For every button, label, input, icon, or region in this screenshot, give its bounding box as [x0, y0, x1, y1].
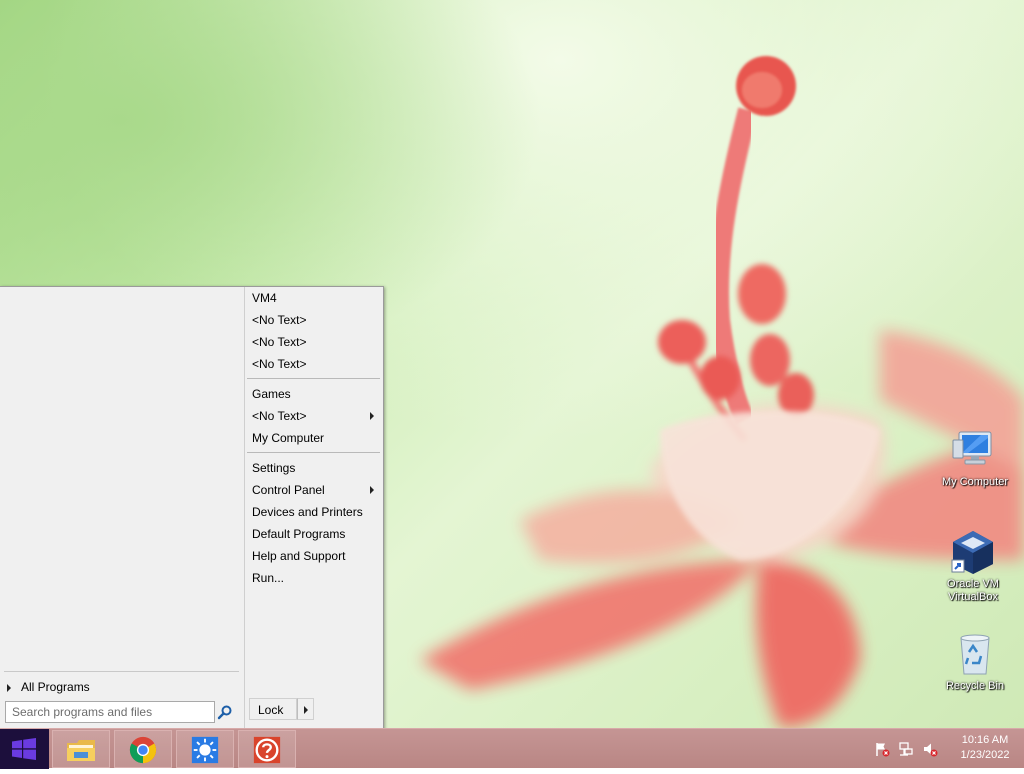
menu-item-label: Settings	[252, 461, 296, 475]
clock-time: 10:16 AM	[961, 734, 1009, 746]
all-programs-button[interactable]: All Programs	[4, 677, 239, 697]
menu-item-no-text-3[interactable]: <No Text>	[245, 353, 381, 375]
taskbar-brightness-app[interactable]	[176, 730, 234, 768]
all-programs-label: All Programs	[21, 680, 90, 694]
taskbar: 10:16 AM 1/23/2022	[0, 728, 1024, 769]
divider	[247, 452, 380, 453]
clock-date: 1/23/2022	[960, 749, 1010, 761]
menu-item-label: <No Text>	[252, 335, 307, 349]
menu-item-help-and-support[interactable]: Help and Support	[245, 545, 381, 567]
menu-item-label: Run...	[252, 571, 285, 585]
start-menu: All Programs VM4 <No Text> <No Text> <No…	[0, 286, 384, 730]
desktop-icon-my-computer[interactable]: My Computer	[932, 426, 1018, 489]
menu-item-label: Control Panel	[252, 483, 325, 497]
windows-logo-icon	[12, 738, 36, 760]
search-icon[interactable]	[217, 704, 233, 720]
start-menu-programs-pane: All Programs	[0, 287, 245, 729]
help-app-icon	[253, 736, 281, 764]
desktop-icon-virtualbox[interactable]: Oracle VM VirtualBox	[930, 528, 1016, 604]
menu-item-label: Help and Support	[252, 549, 346, 563]
menu-item-no-text-1[interactable]: <No Text>	[245, 309, 381, 331]
divider	[247, 378, 380, 379]
menu-item-games[interactable]: Games	[245, 383, 381, 405]
menu-item-my-computer[interactable]: My Computer	[245, 427, 381, 449]
menu-item-label: Default Programs	[252, 527, 346, 541]
submenu-arrow-icon	[370, 486, 374, 494]
search-input[interactable]	[5, 701, 215, 723]
divider	[4, 671, 239, 672]
chevron-right-icon	[304, 706, 308, 714]
menu-item-control-panel[interactable]: Control Panel	[245, 479, 381, 501]
menu-item-label: <No Text>	[252, 357, 307, 371]
system-tray: 10:16 AM 1/23/2022	[870, 729, 1020, 769]
desktop-icon-label: Recycle Bin	[945, 680, 1005, 692]
action-center-flag-icon[interactable]	[874, 741, 890, 757]
recycle-bin-icon	[960, 634, 990, 675]
menu-item-no-text-submenu[interactable]: <No Text>	[245, 405, 381, 427]
taskbar-chrome[interactable]	[114, 730, 172, 768]
menu-item-run[interactable]: Run...	[245, 567, 381, 589]
expand-arrow-icon	[7, 683, 11, 692]
menu-item-label: <No Text>	[252, 409, 307, 423]
menu-item-label: <No Text>	[252, 313, 307, 327]
menu-item-label: My Computer	[252, 431, 325, 445]
menu-item-default-programs[interactable]: Default Programs	[245, 523, 381, 545]
virtualbox-icon	[951, 531, 993, 574]
submenu-arrow-icon	[370, 412, 374, 420]
file-explorer-icon	[67, 740, 95, 761]
menu-item-label: VM4	[252, 291, 277, 305]
menu-item-vm4[interactable]: VM4	[245, 287, 381, 309]
taskbar-file-explorer[interactable]	[52, 730, 110, 768]
shutdown-options-button[interactable]	[297, 698, 314, 720]
taskbar-help-app[interactable]	[238, 730, 296, 768]
menu-item-label: Devices and Printers	[252, 505, 363, 519]
brightness-app-icon	[191, 736, 219, 764]
start-button[interactable]	[0, 729, 49, 769]
desktop-icon-label: Oracle VM VirtualBox	[947, 578, 999, 603]
menu-item-label: Games	[252, 387, 291, 401]
chrome-icon	[129, 736, 157, 764]
desktop-icon-label: My Computer	[941, 476, 1009, 488]
taskbar-clock[interactable]: 10:16 AM 1/23/2022	[950, 733, 1020, 763]
menu-item-devices-and-printers[interactable]: Devices and Printers	[245, 501, 381, 523]
network-icon[interactable]	[898, 741, 914, 757]
lock-button[interactable]: Lock	[249, 698, 297, 720]
volume-muted-icon[interactable]	[922, 741, 938, 757]
menu-item-no-text-2[interactable]: <No Text>	[245, 331, 381, 353]
menu-item-settings[interactable]: Settings	[245, 457, 381, 479]
lock-button-label: Lock	[258, 703, 284, 717]
computer-icon	[952, 431, 992, 465]
start-menu-places-pane: VM4 <No Text> <No Text> <No Text> Games …	[245, 287, 383, 729]
desktop-icon-recycle-bin[interactable]: Recycle Bin	[932, 630, 1018, 693]
